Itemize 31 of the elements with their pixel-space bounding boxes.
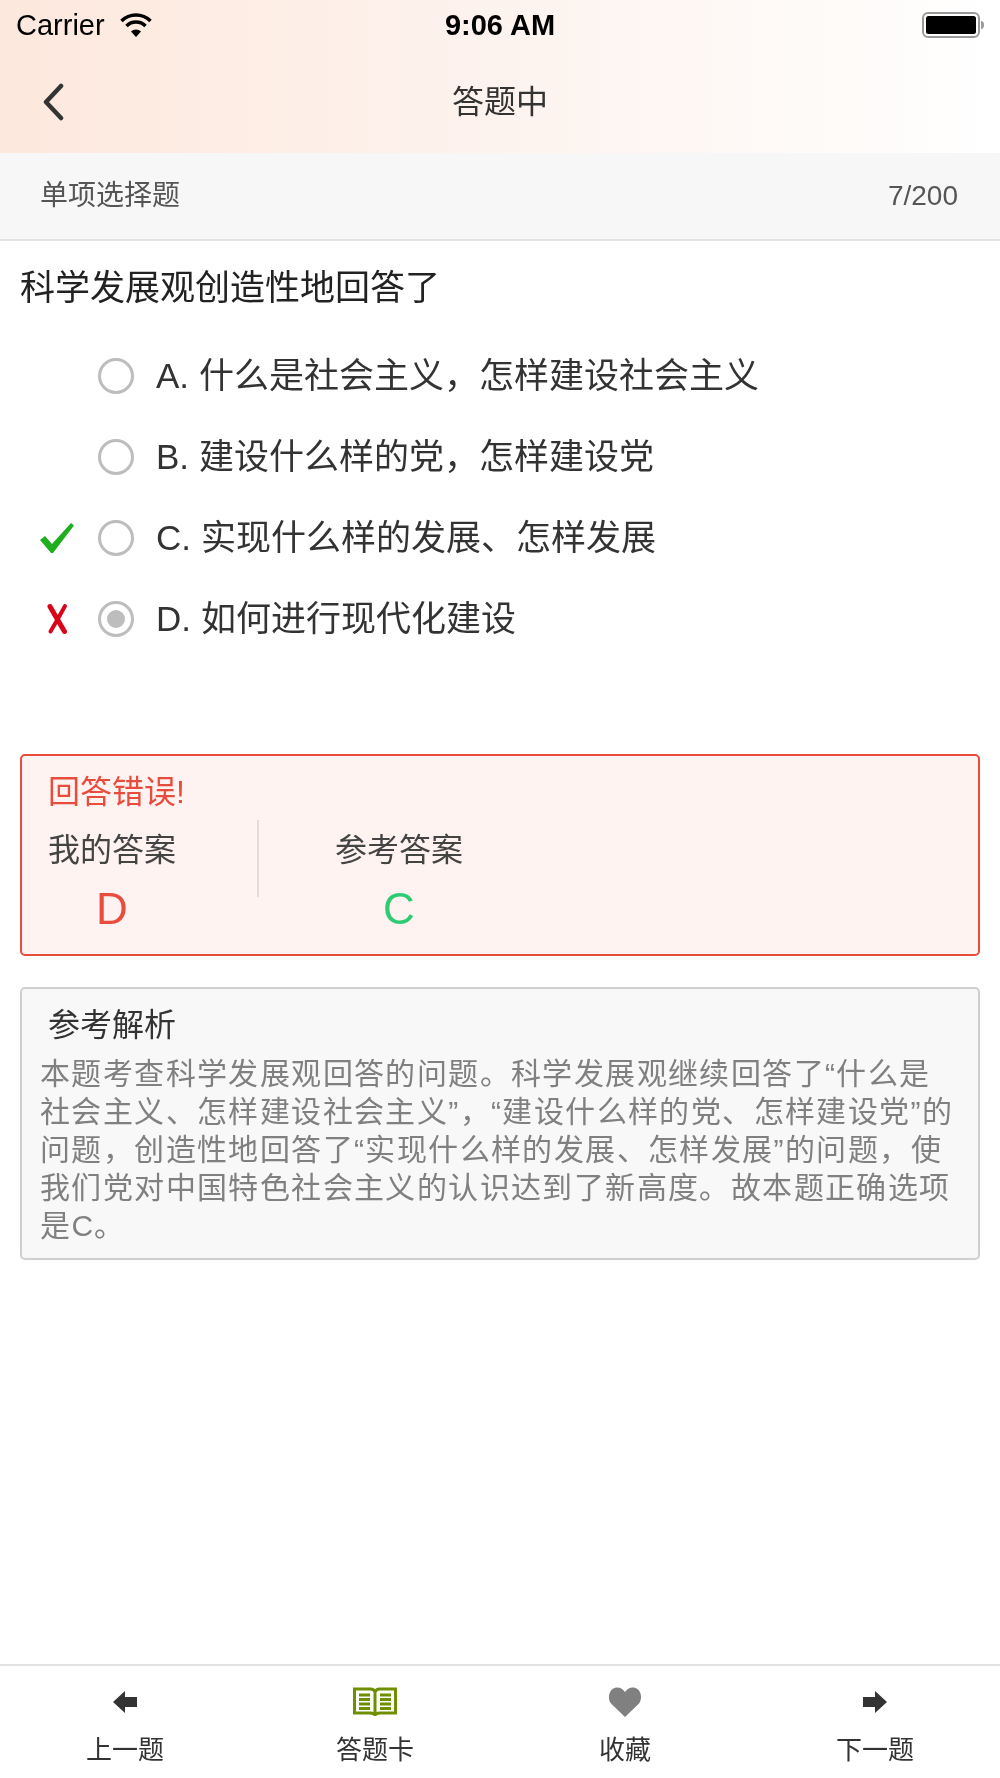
radio-button[interactable] [98,438,134,475]
wifi-icon [118,12,153,38]
option-label[interactable]: A. 什么是社会主义，怎样建设社会主义 [156,354,759,397]
analysis-text: 本题考查科学发展观回答的问题。科学发展观继续回答了“什么是社会主义、怎样建设社会主义”，“建设什么样的党、怎样建设党”的问题，创造性地回答了“实现什么样的发展、怎样发展”的问题，使我们党对中国特色社会主义的认识达到了新高度。故本题正确选项是C。 [40,1056,955,1244]
question-type-label: 单项选择题 [40,179,180,213]
next-question-button[interactable]: 下一题 [828,1666,922,1778]
option-label[interactable]: C. 实现什么样的发展、怎样发展 [156,516,656,559]
page-title: 答题中 [452,82,548,122]
arrow-left-icon [113,1691,137,1713]
reference-answer-value: C [383,884,415,934]
question-text: 科学发展观创造性地回答了 [20,267,441,309]
reference-answer-label: 参考答案 [335,831,463,870]
result-title: 回答错误! [48,773,186,812]
analysis-title: 参考解析 [47,1006,177,1045]
question-number: 7/200 [887,179,958,213]
chevron-left-icon [41,82,65,121]
radio-button[interactable] [98,357,134,394]
previous-question-button[interactable]: 上一题 [78,1666,172,1778]
arrow-right-icon [863,1691,887,1713]
radio-button[interactable] [98,519,134,556]
clock-time: 9:06 AM [444,8,556,42]
option-label[interactable]: B. 建设什么样的党，怎样建设党 [156,435,654,478]
answer-card-button[interactable]: 答题卡 [328,1666,422,1778]
battery-icon [922,12,984,38]
radio-button[interactable] [98,600,134,637]
open-book-icon [353,1686,397,1718]
option-label[interactable]: D. 如何进行现代化建设 [156,597,516,640]
carrier-label: Carrier [16,8,105,42]
my-answer-value: D [96,884,128,934]
favorite-button[interactable]: 收藏 [591,1666,659,1778]
my-answer-label: 我的答案 [48,831,176,870]
